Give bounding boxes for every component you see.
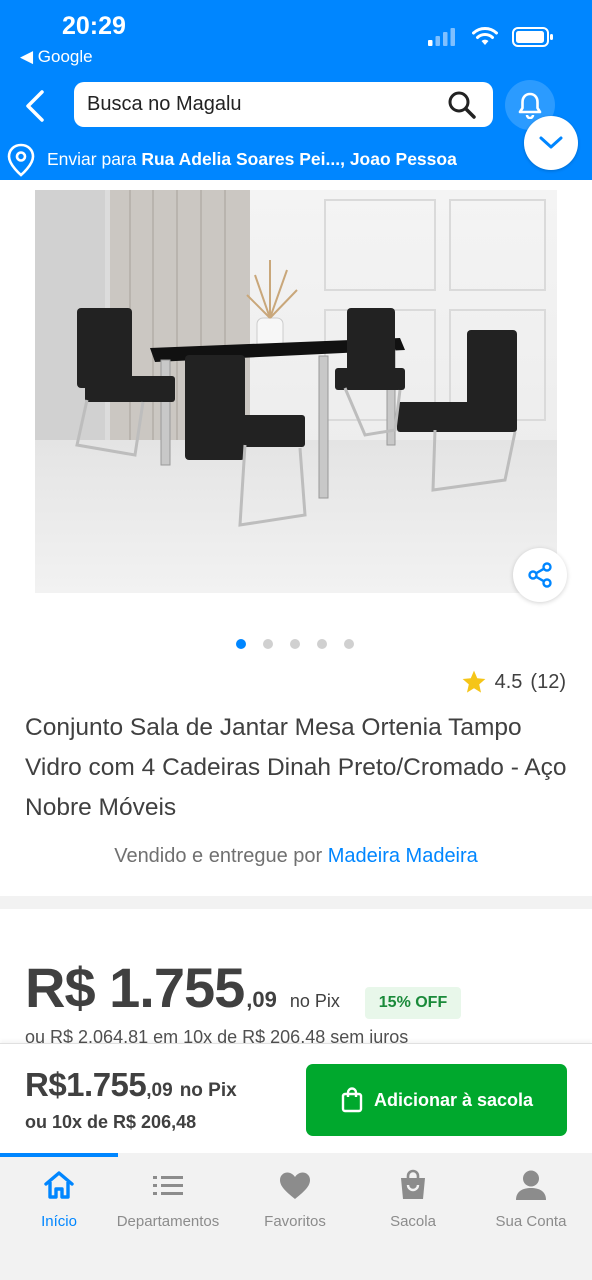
tab-label: Favoritos: [264, 1213, 326, 1230]
rating-count: (12): [530, 670, 566, 693]
status-time: 20:29: [62, 12, 126, 40]
pagination-dot[interactable]: [236, 639, 246, 649]
buy-bar-pix-label: no Pix: [179, 1080, 237, 1101]
product-image[interactable]: [35, 190, 557, 593]
buy-bar-price-main: R$1.755: [25, 1066, 147, 1103]
list-icon: [153, 1176, 183, 1195]
pagination-dot[interactable]: [263, 639, 273, 649]
tab-inicio[interactable]: Início: [0, 1165, 118, 1230]
home-icon: [44, 1171, 74, 1199]
price: R$ 1.755 ,09 no Pix: [25, 955, 340, 1020]
location-pin-icon: [6, 143, 36, 181]
bell-icon: [518, 92, 542, 119]
buy-bar-price: R$1.755 ,09 no Pix: [25, 1066, 237, 1104]
tab-label: Departamentos: [116, 1213, 220, 1230]
add-to-bag-button[interactable]: Adicionar à sacola: [306, 1064, 567, 1136]
delivery-address[interactable]: Enviar para Rua Adelia Soares Pei..., Jo…: [47, 149, 457, 170]
tab-favoritos[interactable]: Favoritos: [236, 1165, 354, 1230]
back-to-google-link[interactable]: ◀ Google: [20, 47, 93, 67]
star-icon: [462, 670, 485, 693]
discount-badge: 15% OFF: [365, 987, 461, 1019]
product-title: Conjunto Sala de Jantar Mesa Ortenia Tam…: [25, 714, 567, 821]
image-pagination: [236, 639, 354, 649]
chevron-down-icon: [539, 136, 563, 149]
tab-bar: Início Departamentos Favoritos Sacola Su…: [0, 1153, 592, 1280]
price-pix-label: no Pix: [289, 991, 340, 1011]
tab-label: Sua Conta: [495, 1213, 567, 1230]
search-placeholder: Busca no Magalu: [87, 93, 242, 115]
seller-prefix: Vendido e entregue por: [114, 845, 328, 867]
app-header: 20:29 ◀ Google Busca no Magalu Enviar pa…: [0, 0, 592, 180]
search-input[interactable]: Busca no Magalu: [74, 82, 493, 127]
tab-label: Sacola: [390, 1213, 436, 1230]
tab-sua-conta[interactable]: Sua Conta: [472, 1165, 590, 1230]
active-tab-indicator: [0, 1153, 118, 1157]
buy-bar-price-cents: ,09: [146, 1080, 173, 1101]
search-icon[interactable]: [447, 90, 477, 120]
section-divider: [0, 896, 592, 909]
tab-label: Início: [41, 1213, 77, 1230]
back-arrow-icon[interactable]: [18, 86, 54, 126]
seller-link[interactable]: Madeira Madeira: [328, 845, 478, 867]
signal-icon: [428, 28, 455, 46]
tab-sacola[interactable]: Sacola: [354, 1165, 472, 1230]
status-icons: [428, 26, 554, 48]
user-icon: [516, 1170, 546, 1200]
share-button[interactable]: [513, 548, 567, 602]
price-main: R$ 1.755: [25, 956, 245, 1019]
expand-address-button[interactable]: [524, 116, 578, 170]
pagination-dot[interactable]: [344, 639, 354, 649]
seller-info: Vendido e entregue por Madeira Madeira: [0, 845, 592, 868]
add-to-bag-label: Adicionar à sacola: [373, 1089, 534, 1110]
rating-value: 4.5: [494, 670, 523, 693]
battery-icon: [512, 27, 553, 47]
delivery-address-value: Rua Adelia Soares Pei..., Joao Pessoa: [141, 149, 457, 169]
tab-departamentos[interactable]: Departamentos: [109, 1165, 227, 1230]
pagination-dot[interactable]: [317, 639, 327, 649]
heart-icon: [280, 1172, 310, 1199]
delivery-prefix: Enviar para: [47, 149, 142, 169]
buy-bar-installments: ou 10x de R$ 206,48: [25, 1112, 197, 1132]
pagination-dot[interactable]: [290, 639, 300, 649]
buy-bar: R$1.755 ,09 no Pix ou 10x de R$ 206,48 A…: [0, 1043, 592, 1153]
bag-icon: [401, 1169, 425, 1199]
price-cents: ,09: [246, 987, 277, 1012]
share-icon: [528, 562, 552, 588]
wifi-icon: [472, 27, 498, 45]
product-rating[interactable]: 4.5 (12): [461, 669, 566, 695]
bag-icon: [341, 1087, 363, 1113]
